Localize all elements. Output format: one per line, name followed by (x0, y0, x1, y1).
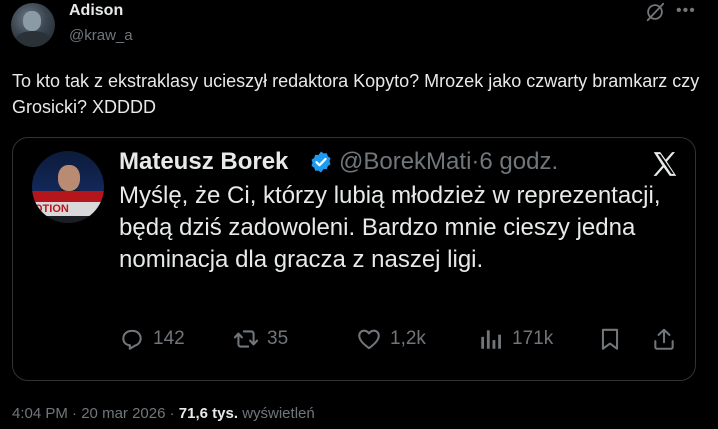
views-button[interactable]: 171k (478, 325, 553, 353)
footer-separator: · (169, 405, 175, 422)
like-count: 1,2k (390, 328, 426, 349)
tweet-footer: 4:04 PM · 20 mar 2026 · 71,6 tys. wyświe… (12, 405, 315, 422)
repost-button[interactable]: 35 (233, 325, 288, 353)
author-avatar[interactable] (11, 3, 55, 47)
verified-badge-icon (311, 151, 331, 173)
more-icon[interactable]: ••• (676, 2, 696, 20)
like-button[interactable]: 1,2k (356, 325, 426, 353)
footer-separator: · (72, 405, 78, 422)
reply-icon (122, 329, 142, 350)
grok-icon[interactable] (644, 1, 666, 23)
avatar-shoulder (15, 31, 51, 47)
quoted-tweet-text: Myślę, że Ci, którzy lubią młodzież w re… (119, 182, 661, 273)
avatar-red-stripe (32, 191, 104, 202)
author-name[interactable]: Adison (69, 2, 123, 20)
views-total: 71,6 tys. (178, 405, 239, 422)
bookmark-icon (601, 328, 619, 350)
repost-icon (233, 330, 259, 348)
post-date[interactable]: 20 mar 2026 (81, 405, 165, 422)
quoted-meta: @BorekMati·6 godz. (339, 148, 558, 176)
avatar-face (23, 11, 41, 31)
quoted-author-handle[interactable]: @BorekMati (339, 148, 471, 175)
x-logo-icon (653, 152, 677, 176)
heart-icon (358, 329, 380, 350)
tweet-text: To kto tak z ekstraklasy ucieszył redakt… (12, 71, 700, 117)
views-chart-icon (481, 330, 501, 349)
repost-count: 35 (267, 328, 289, 349)
avatar-banner: OTION (32, 202, 104, 216)
reply-button[interactable]: 142 (119, 325, 185, 353)
reply-count: 142 (153, 328, 185, 349)
quoted-time[interactable]: 6 godz. (479, 148, 558, 175)
post-time[interactable]: 4:04 PM (12, 405, 68, 422)
avatar-head (58, 165, 80, 191)
quoted-tweet-card[interactable]: OTION Mateusz Borek @BorekMati·6 godz. M… (12, 137, 696, 381)
share-icon (654, 328, 674, 350)
views-label: wyświetleń (242, 405, 315, 422)
quoted-author-avatar[interactable]: OTION (32, 151, 104, 223)
author-handle[interactable]: @kraw_a (69, 27, 133, 44)
views-count: 171k (512, 328, 554, 349)
share-button[interactable] (651, 325, 685, 353)
bookmark-button[interactable] (597, 325, 631, 353)
quoted-author-name[interactable]: Mateusz Borek (119, 148, 288, 176)
